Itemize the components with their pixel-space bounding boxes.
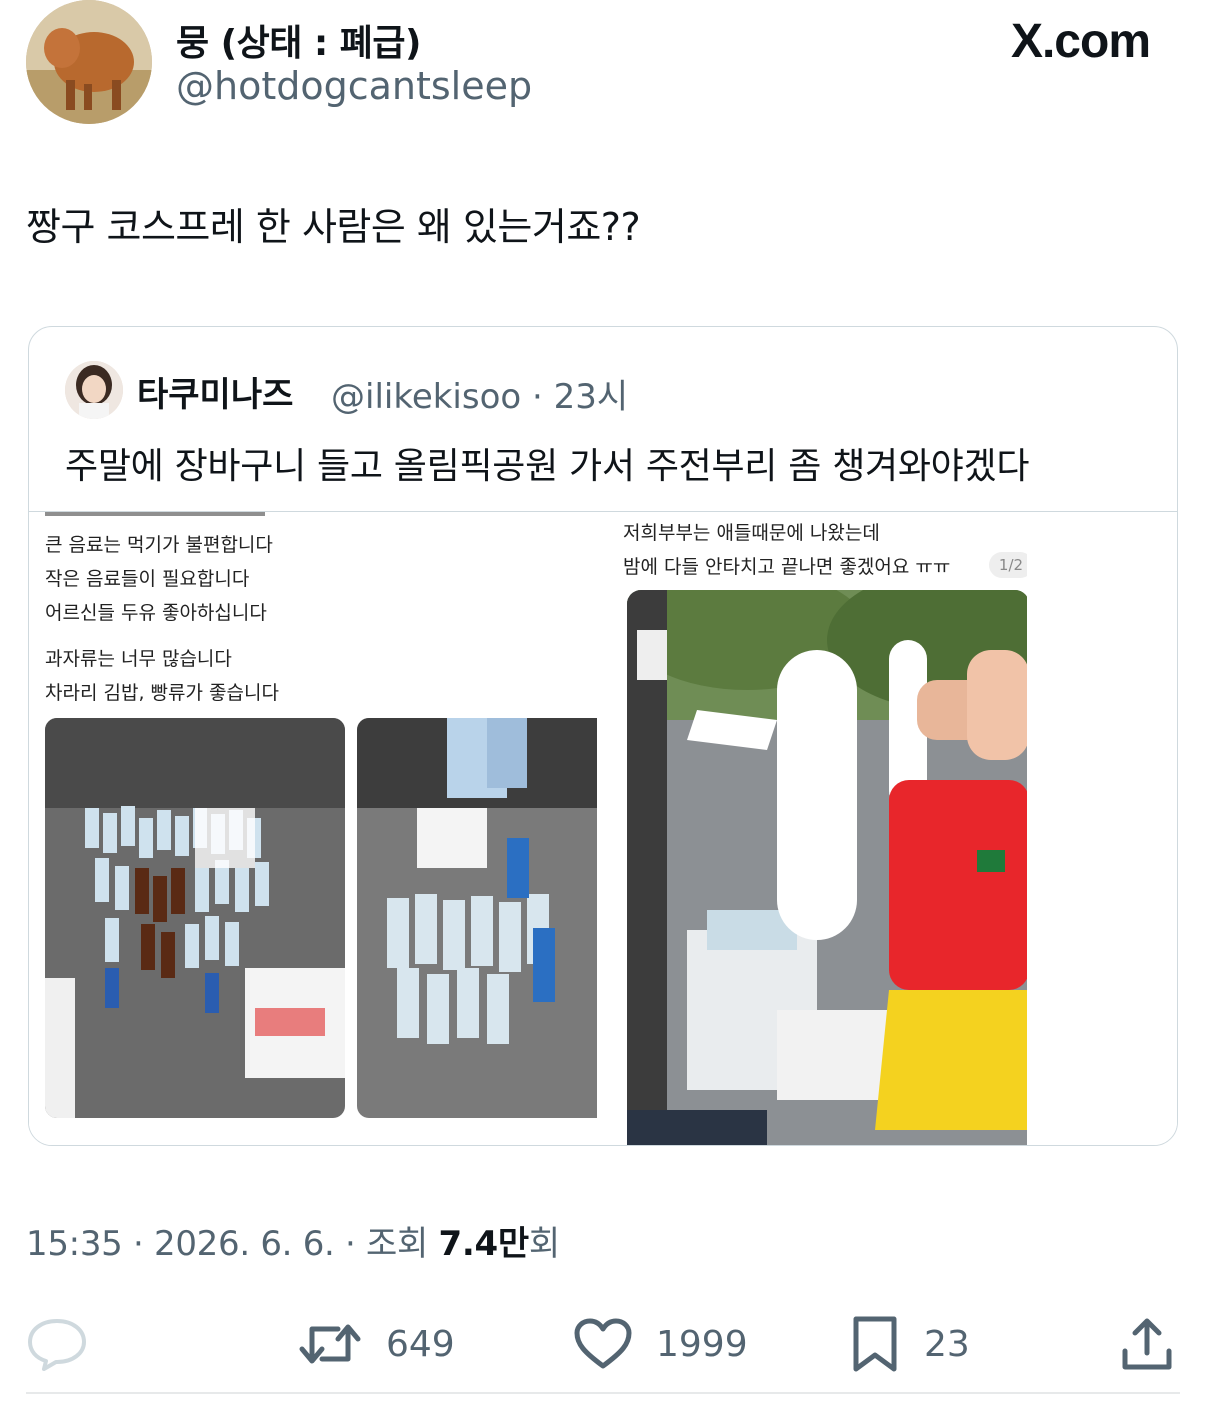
share-icon xyxy=(1120,1317,1174,1371)
timestamp-views: 15:35 · 2026. 6. 6. · 조회 7.4만회 xyxy=(26,1216,560,1265)
quoted-tweet-card[interactable]: 타쿠미나즈 @ilikekisoo · 23시 주말에 장바구니 들고 올림픽공… xyxy=(28,326,1178,1146)
share-button[interactable] xyxy=(1120,1314,1174,1374)
tweet-header: 뭉 (상태 : 폐급) @hotdogcantsleep X.com xyxy=(26,0,1186,130)
media-text-line: 어르신들 두유 좋아하십니다 xyxy=(45,602,267,624)
display-name[interactable]: 뭉 (상태 : 폐급) xyxy=(176,14,422,66)
media-image-right[interactable]: 저희부부는 애들때문에 나왔는데 밤에 다들 안타치고 끝나면 좋겠어요 ㅠㅠ … xyxy=(607,512,1027,1145)
bookmark-icon xyxy=(850,1315,900,1373)
reply-button[interactable] xyxy=(26,1314,112,1374)
quoted-text: 주말에 장바구니 들고 올림픽공원 가서 주전부리 좀 챙겨와야겠다 xyxy=(65,446,1030,487)
view-count: 7.4만 xyxy=(438,1224,530,1264)
like-button[interactable]: 1999 xyxy=(574,1314,748,1374)
avatar[interactable] xyxy=(26,0,152,124)
park-photo xyxy=(627,590,1027,1145)
bottles-photo-2 xyxy=(357,718,597,1118)
retweet-count: 649 xyxy=(386,1323,455,1365)
bottom-divider xyxy=(26,1392,1180,1394)
quoted-avatar[interactable] xyxy=(65,361,123,419)
media-text-line: 차라리 김밥, 빵류가 좋습니다 xyxy=(45,682,279,704)
action-bar: 649 1999 23 xyxy=(26,1304,1182,1384)
quoted-media[interactable]: 큰 음료는 먹기가 불편합니다 작은 음료들이 필요합니다 어르신들 두유 좋아… xyxy=(29,511,1177,1145)
timestamp[interactable]: 15:35 · 2026. 6. 6. · 조회 xyxy=(26,1224,439,1264)
media-image-left[interactable]: 큰 음료는 먹기가 불편합니다 작은 음료들이 필요합니다 어르신들 두유 좋아… xyxy=(29,512,599,1145)
media-text-line: 작은 음료들이 필요합니다 xyxy=(45,568,250,590)
heart-icon xyxy=(574,1318,632,1370)
tweet-text: 짱구 코스프레 한 사람은 왜 있는거죠?? xyxy=(26,205,641,249)
media-text-line: 밤에 다들 안타치고 끝나면 좋겠어요 ㅠㅠ xyxy=(623,556,951,578)
bottles-photo-1 xyxy=(45,718,345,1118)
views-suffix: 회 xyxy=(528,1224,560,1264)
media-text-line: 저희부부는 애들때문에 나왔는데 xyxy=(623,522,880,544)
x-logo: X.com xyxy=(1010,15,1151,68)
quoted-handle-time[interactable]: @ilikekisoo · 23시 xyxy=(331,369,628,418)
retweet-button[interactable]: 649 xyxy=(298,1314,455,1374)
media-text-line: 큰 음료는 먹기가 불편합니다 xyxy=(45,534,273,556)
quoted-display-name[interactable]: 타쿠미나즈 xyxy=(137,367,293,416)
like-count: 1999 xyxy=(656,1323,748,1365)
page-badge: 1/2 xyxy=(989,552,1027,578)
cropped-text-line xyxy=(45,512,265,516)
retweet-icon xyxy=(298,1319,362,1369)
bookmark-button[interactable]: 23 xyxy=(850,1314,970,1374)
bookmark-count: 23 xyxy=(924,1323,970,1365)
reply-icon xyxy=(26,1317,88,1371)
user-handle[interactable]: @hotdogcantsleep xyxy=(176,64,532,108)
media-text-line: 과자류는 너무 많습니다 xyxy=(45,648,232,670)
